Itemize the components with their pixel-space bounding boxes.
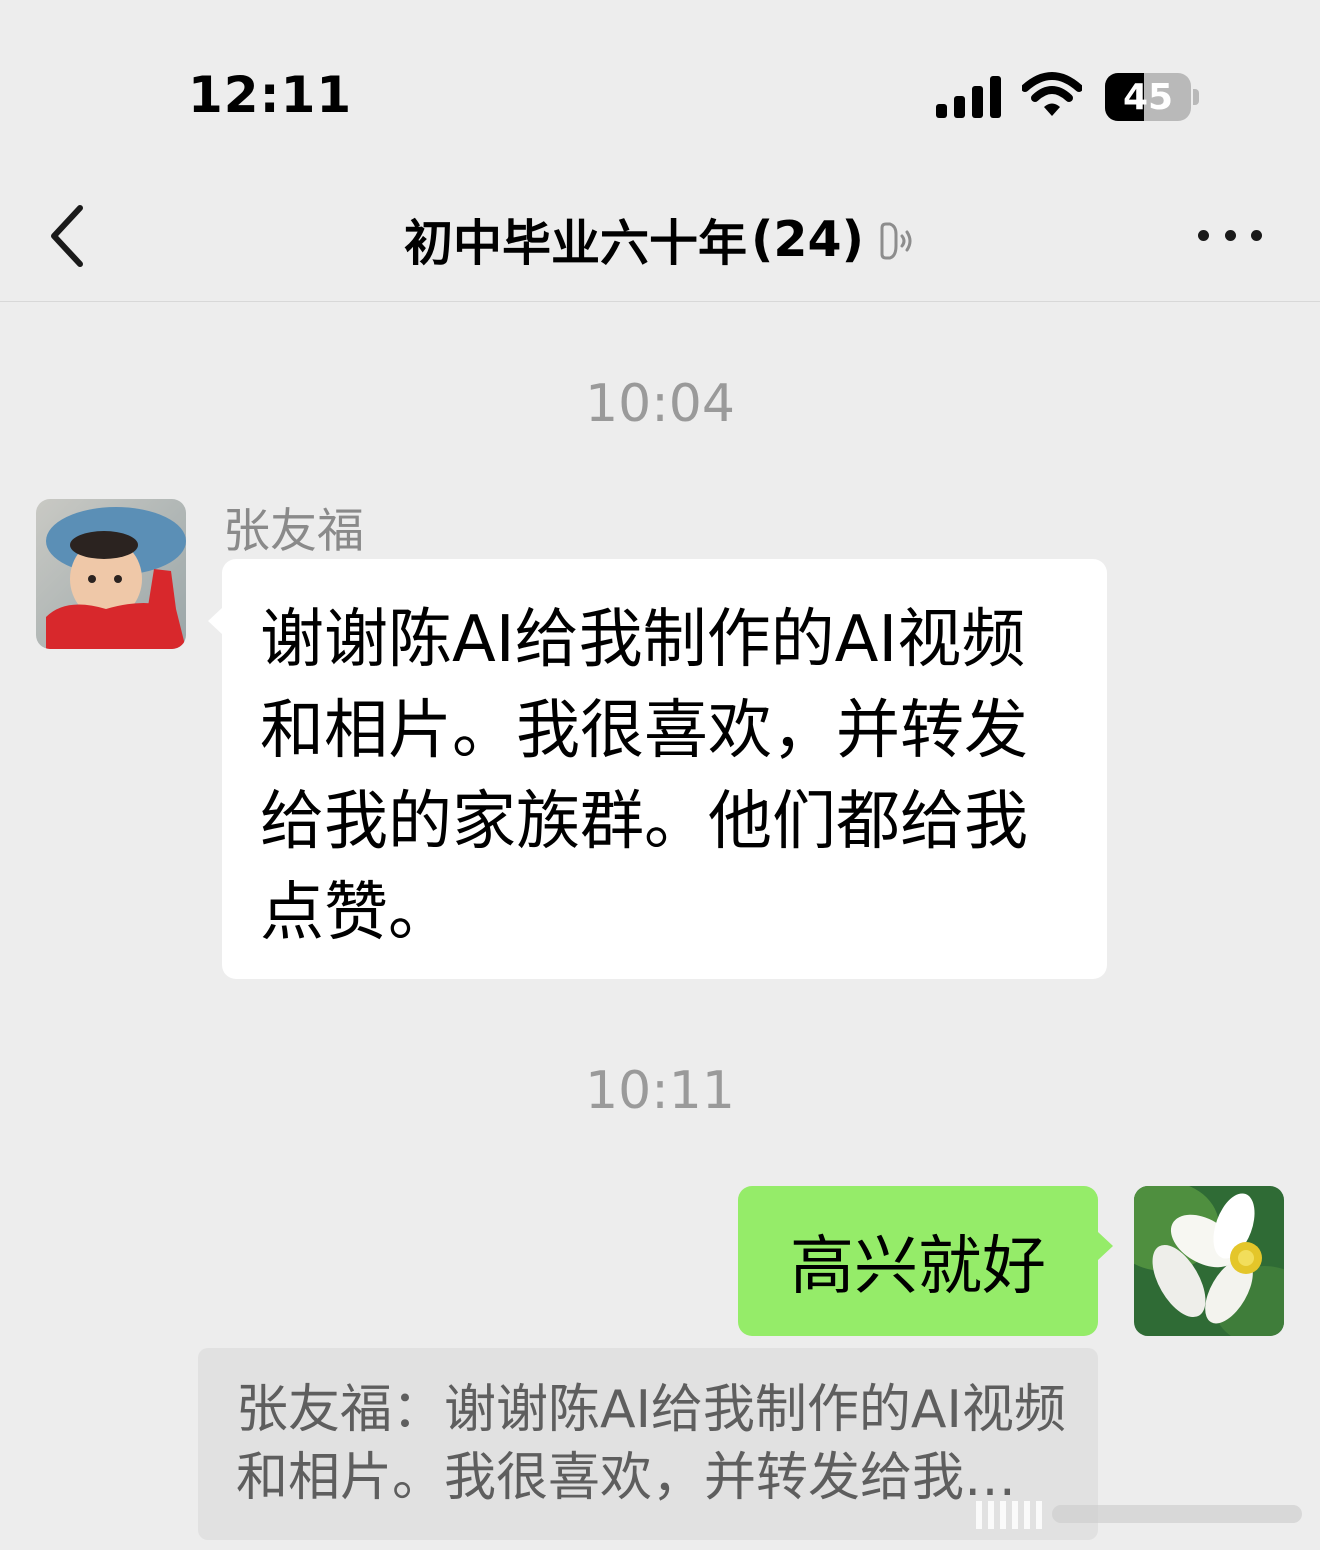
group-name: 初中毕业六十年 [404, 215, 748, 272]
quoted-message-text: 张友福：谢谢陈AI给我制作的AI视频和相片。我很喜欢，并转发给我的家族群。他们都… [236, 1380, 1068, 1508]
wifi-icon [1022, 72, 1082, 116]
mute-bell-icon [880, 222, 912, 259]
more-dots-icon [1198, 229, 1209, 241]
battery-cap [1193, 89, 1199, 105]
chat-title: 初中毕业六十年 (24) [0, 204, 1320, 275]
battery-icon: 45 [1105, 73, 1191, 121]
watermark-icon [976, 1501, 1302, 1529]
sender-avatar[interactable] [36, 499, 186, 649]
outgoing-message-bubble[interactable]: 高兴就好 [738, 1186, 1113, 1336]
status-bar: 12:11 45 [0, 0, 1320, 190]
sender-name: 张友福 [223, 504, 364, 559]
member-count: (24) [751, 211, 864, 268]
incoming-message-bubble[interactable]: 谢谢陈AI给我制作的AI视频和相片。我很喜欢，并转发给我的家族群。他们都给我点赞… [208, 559, 1107, 979]
cellular-signal-icon [936, 76, 1001, 118]
battery-level: 45 [1122, 76, 1174, 118]
my-avatar[interactable] [1134, 1186, 1284, 1336]
avatar-photo [36, 499, 186, 649]
message-timestamp: 10:11 [585, 1061, 735, 1121]
avatar-photo [1134, 1186, 1284, 1336]
status-time: 12:11 [188, 66, 353, 124]
more-options-button[interactable] [1192, 220, 1268, 250]
message-timestamp: 10:04 [585, 374, 735, 434]
quoted-message[interactable]: 张友福：谢谢陈AI给我制作的AI视频和相片。我很喜欢，并转发给我的家族群。他们都… [198, 1348, 1098, 1540]
chat-header: 初中毕业六十年 (24) [0, 190, 1320, 302]
